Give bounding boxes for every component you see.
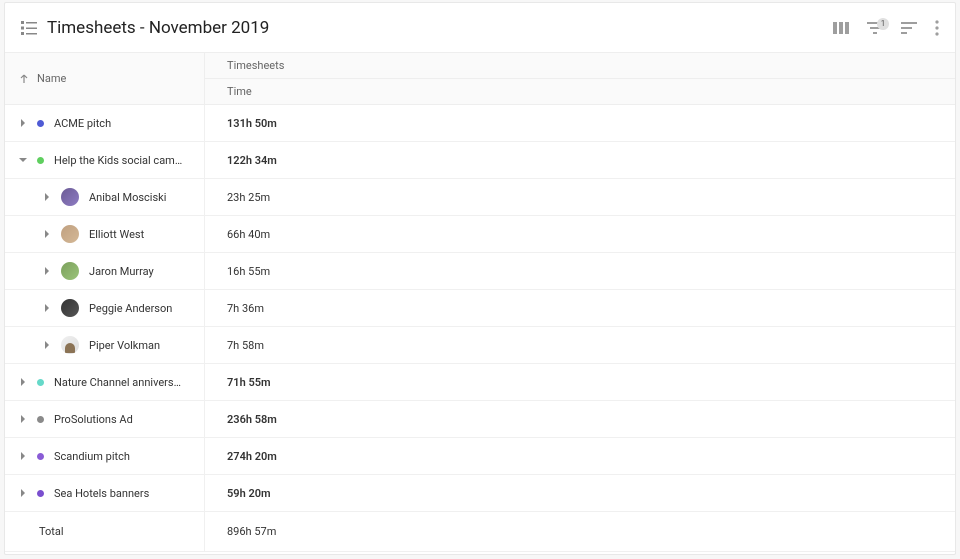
member-row[interactable]: Peggie Anderson 7h 36m xyxy=(5,290,955,327)
list-view-icon[interactable] xyxy=(21,21,37,35)
project-time: 71h 55m xyxy=(227,376,271,389)
member-name: Piper Volkman xyxy=(89,339,160,352)
project-name: ACME pitch xyxy=(54,117,111,130)
chevron-right-icon[interactable] xyxy=(19,489,27,497)
project-time: 274h 20m xyxy=(227,450,277,463)
member-row[interactable]: Anibal Mosciski 23h 25m xyxy=(5,179,955,216)
member-row[interactable]: Elliott West 66h 40m xyxy=(5,216,955,253)
member-name: Elliott West xyxy=(89,228,144,241)
more-options-icon[interactable] xyxy=(935,20,939,36)
total-label: Total xyxy=(39,525,64,538)
column-name-label: Name xyxy=(37,72,66,85)
project-color-dot xyxy=(37,120,44,127)
timesheets-panel: Timesheets - November 2019 1 Name xyxy=(4,2,956,555)
member-name: Peggie Anderson xyxy=(89,302,172,315)
project-color-dot xyxy=(37,453,44,460)
avatar xyxy=(61,262,79,280)
toolbar: 1 xyxy=(833,20,939,36)
project-row[interactable]: Scandium pitch 274h 20m xyxy=(5,438,955,475)
column-group-label[interactable]: Timesheets xyxy=(205,53,955,79)
project-name: ProSolutions Ad xyxy=(54,413,133,426)
avatar xyxy=(61,188,79,206)
project-color-dot xyxy=(37,157,44,164)
project-time: 122h 34m xyxy=(227,154,277,167)
chevron-right-icon[interactable] xyxy=(19,415,27,423)
member-time: 7h 36m xyxy=(227,302,264,315)
chevron-right-icon[interactable] xyxy=(43,230,51,238)
chevron-right-icon[interactable] xyxy=(43,341,51,349)
chevron-right-icon[interactable] xyxy=(19,452,27,460)
page-title: Timesheets - November 2019 xyxy=(47,18,833,38)
filter-badge: 1 xyxy=(877,18,889,30)
panel-header: Timesheets - November 2019 1 xyxy=(5,3,955,53)
chevron-right-icon[interactable] xyxy=(43,304,51,312)
total-row: Total 896h 57m xyxy=(5,512,955,552)
project-name: Sea Hotels banners xyxy=(54,487,149,500)
member-time: 66h 40m xyxy=(227,228,270,241)
project-name: Scandium pitch xyxy=(54,450,130,463)
avatar xyxy=(61,225,79,243)
project-row[interactable]: Sea Hotels banners 59h 20m xyxy=(5,475,955,512)
table-header: Name Timesheets Time xyxy=(5,53,955,105)
member-row[interactable]: Jaron Murray 16h 55m xyxy=(5,253,955,290)
avatar xyxy=(61,299,79,317)
project-time: 131h 50m xyxy=(227,117,277,130)
project-row[interactable]: Nature Channel anniversary cam... 71h 55m xyxy=(5,364,955,401)
member-name: Anibal Mosciski xyxy=(89,191,166,204)
member-row[interactable]: Piper Volkman 7h 58m xyxy=(5,327,955,364)
project-row[interactable]: ProSolutions Ad 236h 58m xyxy=(5,401,955,438)
project-color-dot xyxy=(37,416,44,423)
sort-ascending-icon xyxy=(19,74,29,84)
chevron-right-icon[interactable] xyxy=(19,119,27,127)
project-color-dot xyxy=(37,379,44,386)
chevron-right-icon[interactable] xyxy=(19,378,27,386)
chevron-down-icon[interactable] xyxy=(19,156,27,164)
column-config-icon[interactable] xyxy=(833,21,849,35)
project-row[interactable]: ACME pitch 131h 50m xyxy=(5,105,955,142)
column-header-timesheets: Timesheets Time xyxy=(205,53,955,104)
total-time: 896h 57m xyxy=(227,525,276,538)
project-row[interactable]: Help the Kids social campaign 122h 34m xyxy=(5,142,955,179)
member-time: 7h 58m xyxy=(227,339,264,352)
filter-icon[interactable]: 1 xyxy=(867,22,883,34)
table-body: ACME pitch 131h 50m Help the Kids social c… xyxy=(5,105,955,512)
member-name: Jaron Murray xyxy=(89,265,154,278)
chevron-right-icon[interactable] xyxy=(43,267,51,275)
chevron-right-icon[interactable] xyxy=(43,193,51,201)
project-color-dot xyxy=(37,490,44,497)
project-time: 59h 20m xyxy=(227,487,271,500)
sort-icon[interactable] xyxy=(901,22,917,34)
project-name: Nature Channel anniversary cam... xyxy=(54,376,184,389)
project-name: Help the Kids social campaign xyxy=(54,154,184,167)
member-time: 23h 25m xyxy=(227,191,270,204)
avatar xyxy=(61,336,79,354)
member-time: 16h 55m xyxy=(227,265,270,278)
column-sub-label[interactable]: Time xyxy=(205,79,955,104)
column-header-name[interactable]: Name xyxy=(5,53,205,104)
project-time: 236h 58m xyxy=(227,413,277,426)
